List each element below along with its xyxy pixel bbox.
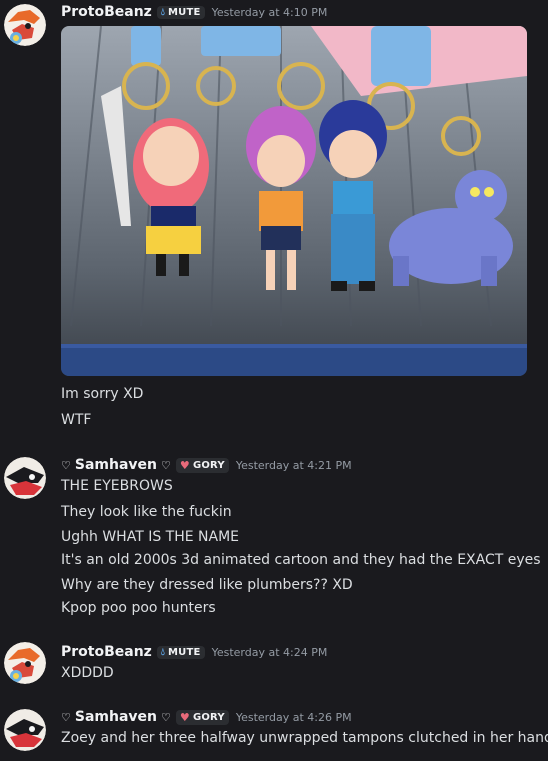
message-header: ♡ Samhaven ♡ ♥ GORY Yesterday at 4:21 PM	[61, 455, 352, 475]
badge-label: GORY	[192, 459, 225, 471]
heart-icon: ♥	[179, 710, 190, 724]
name-prefix: ♡	[61, 458, 71, 472]
badge-label: GORY	[192, 711, 225, 723]
role-badge[interactable]: ♥ GORY	[175, 457, 229, 473]
timestamp[interactable]: Yesterday at 4:26 PM	[236, 711, 352, 724]
name-suffix: ♡	[161, 710, 171, 724]
message-header: ♡ Samhaven ♡ ♥ GORY Yesterday at 4:26 PM	[61, 707, 352, 727]
message-text: WTF	[61, 412, 92, 428]
message-text: They look like the fuckin	[61, 504, 232, 520]
badge-label: MUTE	[168, 6, 201, 18]
message-text: It's an old 2000s 3d animated cartoon an…	[61, 552, 541, 568]
message-text: Ughh WHAT IS THE NAME	[61, 529, 240, 545]
role-badge[interactable]: 💧︎ MUTE	[156, 5, 205, 19]
badge-label: MUTE	[168, 646, 201, 658]
role-badge[interactable]: 💧︎ MUTE	[156, 645, 205, 659]
water-drop-icon: 💧︎	[160, 6, 166, 18]
message-text: Im sorry XD	[61, 386, 144, 402]
username[interactable]: Samhaven	[75, 457, 157, 473]
timestamp[interactable]: Yesterday at 4:24 PM	[212, 646, 328, 659]
avatar[interactable]	[4, 709, 46, 751]
username[interactable]: Samhaven	[75, 709, 157, 725]
message-text: Kpop poo poo hunters	[61, 600, 216, 616]
message-text: Why are they dressed like plumbers?? XD	[61, 577, 353, 593]
heart-icon: ♥	[179, 458, 190, 472]
username[interactable]: ProtoBeanz	[61, 4, 152, 20]
name-suffix: ♡	[161, 458, 171, 472]
timestamp[interactable]: Yesterday at 4:21 PM	[236, 459, 352, 472]
timestamp[interactable]: Yesterday at 4:10 PM	[212, 6, 328, 19]
message-text: THE EYEBROWS	[61, 478, 173, 494]
avatar[interactable]	[4, 642, 46, 684]
name-prefix: ♡	[61, 710, 71, 724]
role-badge[interactable]: ♥ GORY	[175, 709, 229, 725]
message-text: Zoey and her three halfway unwrapped tam…	[61, 730, 548, 746]
avatar[interactable]	[4, 457, 46, 499]
username[interactable]: ProtoBeanz	[61, 644, 152, 660]
message-header: ProtoBeanz 💧︎ MUTE Yesterday at 4:24 PM	[61, 642, 327, 662]
water-drop-icon: 💧︎	[160, 646, 166, 658]
message-header: ProtoBeanz 💧︎ MUTE Yesterday at 4:10 PM	[61, 2, 327, 22]
image-attachment[interactable]	[61, 26, 527, 376]
avatar[interactable]	[4, 4, 46, 46]
message-text: XDDDD	[61, 665, 114, 681]
